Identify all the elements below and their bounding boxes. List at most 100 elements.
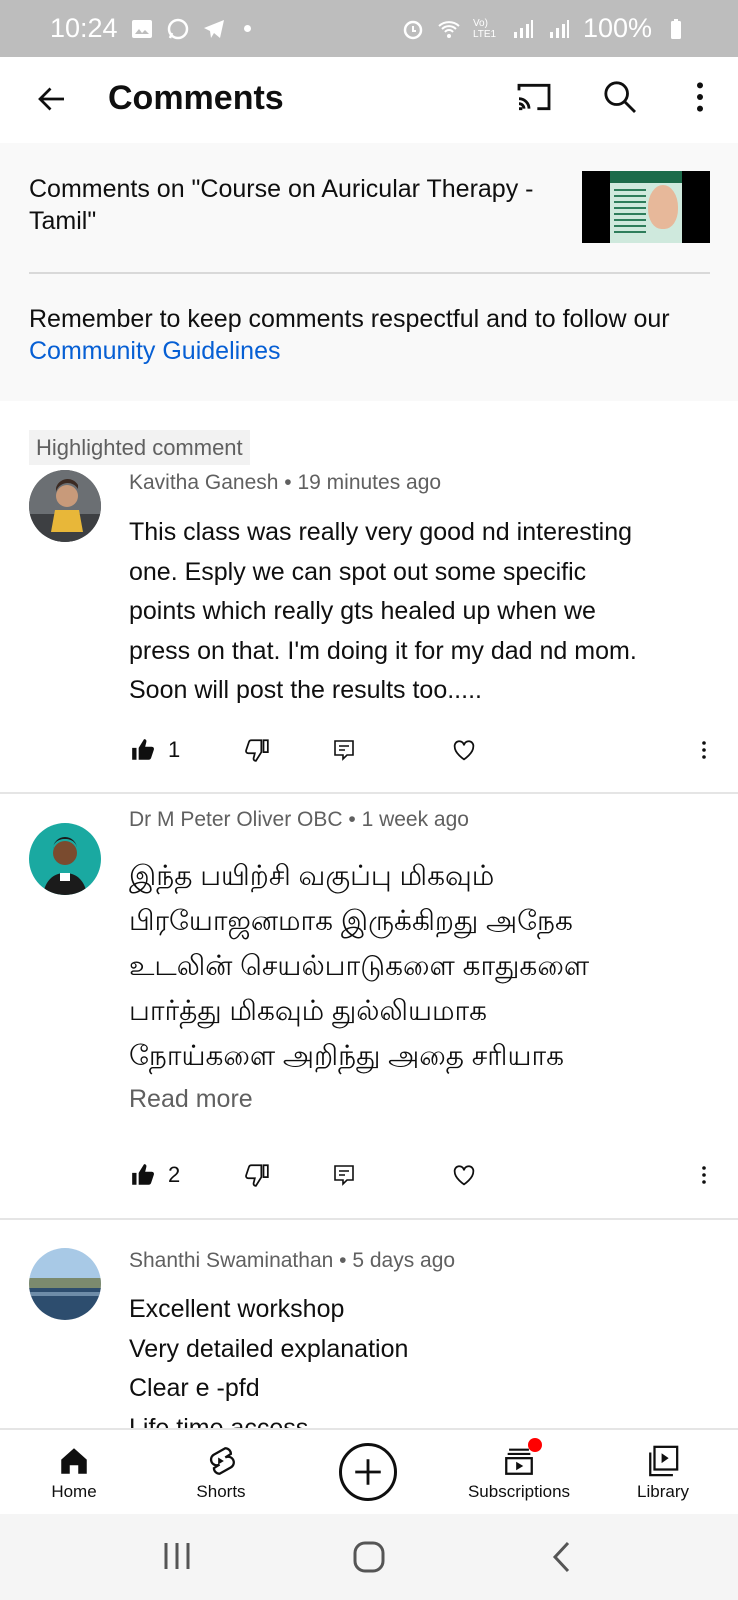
comment-line: Very detailed explanation: [129, 1334, 409, 1363]
comment-line: one. Esply we can spot out some specific: [129, 557, 587, 586]
nav-home-label: Home: [51, 1482, 97, 1501]
reply-button[interactable]: [332, 1155, 356, 1195]
back-arrow-icon: [38, 87, 64, 111]
system-home-button[interactable]: [352, 1540, 386, 1579]
heart-icon: [453, 740, 475, 761]
avatar[interactable]: [29, 1248, 101, 1320]
nav-library[interactable]: Library: [623, 1440, 703, 1502]
comment-meta: Dr M Peter Oliver OBC • 1 week ago: [129, 808, 469, 831]
heart-button[interactable]: [450, 1155, 478, 1195]
comment-separator: [0, 1218, 738, 1220]
recents-icon: [164, 1543, 190, 1569]
avatar[interactable]: [29, 823, 101, 895]
guidelines-notice: Remember to keep comments respectful and…: [29, 303, 719, 367]
nav-library-label: Library: [637, 1482, 689, 1501]
comment-author[interactable]: Kavitha Ganesh: [129, 471, 278, 494]
bottom-nav: Home Shorts Subscriptions Library: [0, 1428, 738, 1514]
reply-icon: [334, 1165, 354, 1186]
gallery-icon: [131, 19, 152, 38]
reply-icon: [334, 740, 354, 761]
comment-author[interactable]: Dr M Peter Oliver OBC: [129, 808, 343, 831]
alarm-icon: [403, 20, 423, 39]
lte-label: Vo) LTE1: [472, 17, 497, 40]
comment-line: உடலின் செயல்பாடுகளை காதுகளை: [129, 950, 590, 981]
community-guidelines-link[interactable]: Community Guidelines: [29, 337, 281, 365]
comment-line: பிரயோஜனமாக இருக்கிறது அநேக: [129, 905, 573, 936]
like-button[interactable]: 2: [130, 1155, 180, 1195]
more-vert-icon: [702, 1166, 706, 1184]
comments-header: Comments on "Course on Auricular Therapy…: [0, 143, 738, 401]
create-plus-icon: [355, 1459, 381, 1485]
signal-icon: [513, 19, 533, 38]
comment-line: இந்த பயிற்சி வகுப்பு மிகவும்: [129, 860, 495, 891]
system-back-button[interactable]: [550, 1540, 574, 1579]
thumbs-down-icon: [245, 1164, 269, 1187]
back-button[interactable]: [30, 77, 74, 121]
nav-home[interactable]: Home: [34, 1440, 114, 1502]
more-options-button[interactable]: [680, 77, 720, 121]
thumbs-down-icon: [245, 739, 269, 762]
comment-line: This class was really very good nd inter…: [129, 518, 633, 546]
home-icon: [61, 1448, 87, 1474]
cast-icon: [517, 83, 551, 111]
cast-button[interactable]: [514, 77, 558, 121]
like-button[interactable]: 1: [130, 730, 180, 770]
comment-line: நோய்களை அறிந்து அதை சரியாக: [129, 1040, 564, 1071]
comment-author[interactable]: Shanthi Swaminathan: [129, 1249, 333, 1272]
heart-button[interactable]: [450, 730, 478, 770]
comment-body: This class was really very good nd inter…: [129, 513, 714, 711]
comment-more-button[interactable]: [692, 1155, 716, 1195]
like-count: 2: [168, 1162, 181, 1187]
reply-button[interactable]: [332, 730, 356, 770]
notification-badge: [528, 1438, 542, 1452]
video-title: Comments on "Course on Auricular Therapy…: [29, 175, 534, 235]
dislike-button[interactable]: [244, 1155, 270, 1195]
comment-line: points which really gts healed up when w…: [129, 597, 596, 625]
comment-line: Soon will post the results too.....: [129, 676, 482, 704]
battery-percent: 100%: [582, 13, 652, 43]
back-chevron-icon: [552, 1541, 570, 1573]
thumbs-up-icon: [132, 1164, 154, 1185]
search-button[interactable]: [600, 77, 644, 121]
comment-body: Excellent workshop Very detailed explana…: [129, 1290, 714, 1428]
nav-subscriptions-label: Subscriptions: [467, 1482, 571, 1501]
comment-time: 5 days ago: [352, 1249, 456, 1272]
guidelines-text: Remember to keep comments respectful and…: [29, 305, 670, 333]
comment-separator: [0, 792, 738, 794]
nav-subscriptions[interactable]: Subscriptions: [456, 1438, 582, 1502]
whatsapp-icon: [167, 18, 188, 39]
comment-line: Clear e -pfd: [129, 1374, 260, 1402]
page-title: Comments: [108, 79, 284, 117]
comment-line: press on that. I'm doing it for my dad n…: [129, 636, 637, 665]
comment-actions: 1: [0, 730, 738, 770]
dot-icon: [243, 25, 251, 32]
read-more-link[interactable]: Read more: [129, 1085, 253, 1114]
comment-meta: Kavitha Ganesh • 19 minutes ago: [129, 471, 442, 494]
comment-body: இந்த பயிற்சி வகுப்பு மிகவும் பிரயோஜனமாக …: [129, 853, 714, 1078]
thumbs-up-icon: [132, 739, 154, 760]
comment-more-button[interactable]: [692, 730, 716, 770]
search-icon: [604, 81, 637, 114]
home-circle-icon: [353, 1541, 385, 1573]
divider: [29, 272, 710, 274]
system-nav-bar: [0, 1514, 738, 1600]
recents-button[interactable]: [162, 1540, 192, 1577]
more-vert-icon: [697, 82, 703, 112]
avatar[interactable]: [29, 470, 101, 542]
comment-line: Life time access: [129, 1413, 309, 1429]
dislike-button[interactable]: [244, 730, 270, 770]
wifi-icon: [438, 20, 460, 38]
app-bar: Comments: [0, 57, 738, 143]
nav-shorts[interactable]: Shorts: [181, 1440, 261, 1502]
video-thumbnail[interactable]: [582, 171, 710, 243]
nav-shorts-label: Shorts: [196, 1482, 246, 1501]
comment-time: 1 week ago: [361, 808, 469, 831]
highlighted-comment-chip: Highlighted comment: [29, 430, 250, 465]
status-bar: 10:24 Vo) LTE1 100%: [0, 0, 738, 57]
create-button[interactable]: [339, 1443, 397, 1501]
battery-icon: [671, 18, 681, 39]
shorts-icon: [209, 1447, 235, 1475]
more-vert-icon: [702, 741, 706, 759]
comment-actions: 2: [0, 1155, 738, 1195]
status-time: 10:24: [50, 13, 118, 43]
